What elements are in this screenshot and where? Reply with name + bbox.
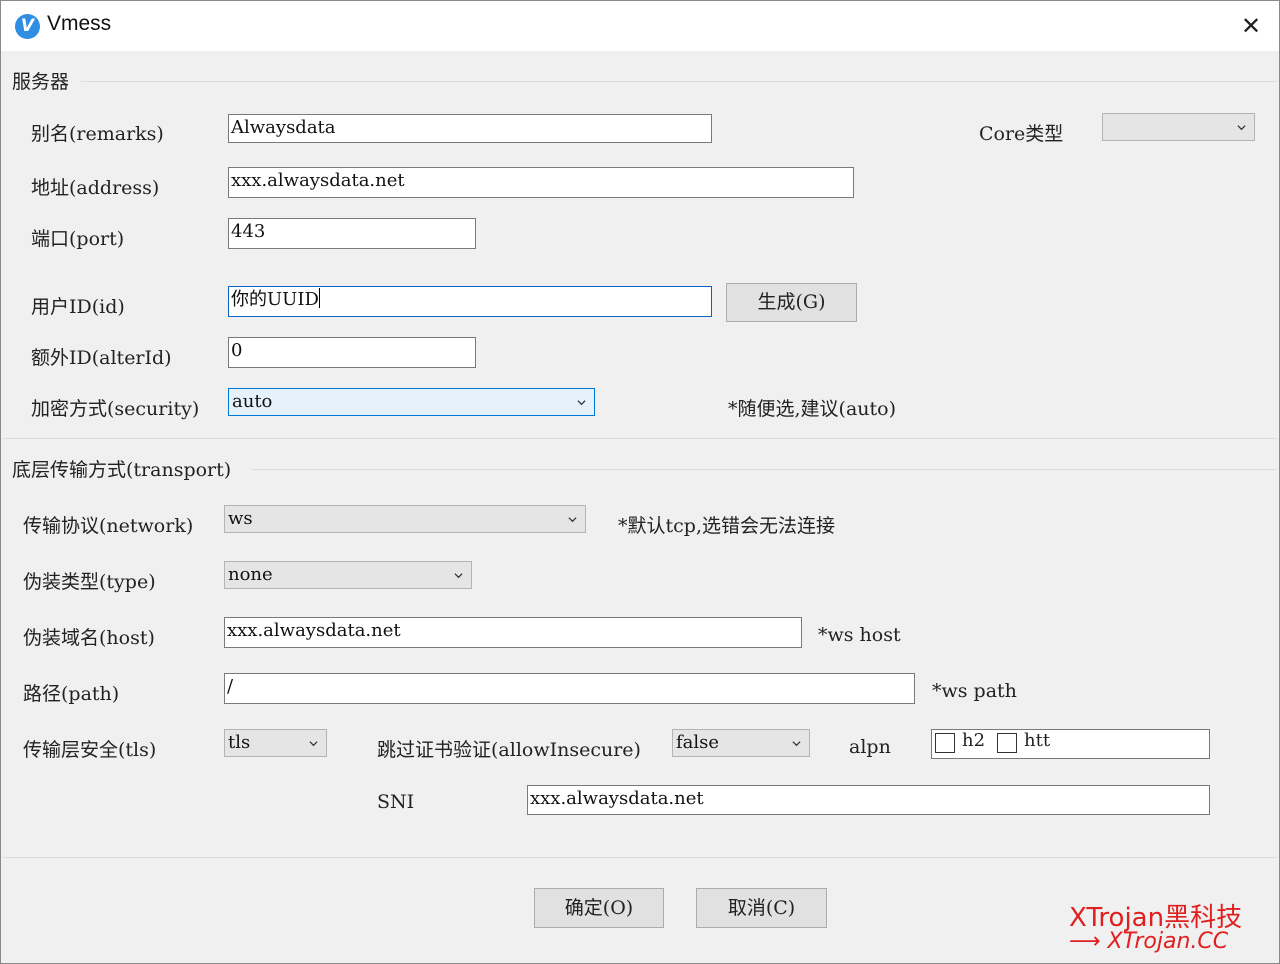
alterid-label: 额外ID(alterId): [31, 347, 172, 369]
host-label: 伪装域名(host): [23, 627, 155, 649]
generate-uuid-button[interactable]: 生成(G): [726, 283, 857, 322]
allow-insecure-label: 跳过证书验证(allowInsecure): [377, 739, 641, 761]
watermark-url-text: XTrojan.CC: [1107, 929, 1229, 954]
tls-select[interactable]: tls: [224, 729, 327, 757]
footer-divider: [3, 857, 1277, 858]
chevron-down-icon: [454, 573, 463, 579]
security-label: 加密方式(security): [31, 398, 200, 420]
type-select[interactable]: none: [224, 561, 472, 589]
transport-top-divider: [3, 438, 1277, 439]
network-hint: *默认tcp,选错会无法连接: [618, 515, 835, 537]
allow-insecure-select[interactable]: false: [672, 729, 810, 757]
host-input[interactable]: xxx.alwaysdata.net: [224, 617, 802, 648]
transport-section-divider: [251, 469, 1277, 470]
type-value: none: [228, 564, 273, 585]
path-hint: *ws path: [932, 680, 1017, 702]
title-bar: V Vmess ✕: [1, 1, 1279, 51]
alpn-label: alpn: [849, 736, 891, 758]
core-type-select[interactable]: [1102, 113, 1255, 141]
vmess-dialog: V Vmess ✕ 服务器 别名(remarks) Alwaysdata Cor…: [0, 0, 1280, 964]
window-title: Vmess: [47, 12, 112, 35]
ok-button[interactable]: 确定(O): [534, 888, 664, 928]
tls-label: 传输层安全(tls): [23, 739, 157, 761]
server-section-divider: [81, 81, 1277, 82]
alpn-h2-checkbox[interactable]: [935, 733, 955, 753]
security-value: auto: [232, 391, 273, 412]
sni-label: SNI: [377, 791, 415, 813]
chevron-down-icon: [309, 741, 318, 747]
chevron-down-icon: [577, 400, 586, 406]
tls-value: tls: [228, 732, 251, 753]
cancel-button[interactable]: 取消(C): [696, 888, 827, 928]
core-type-label: Core类型: [979, 123, 1064, 145]
port-label: 端口(port): [31, 228, 125, 250]
allow-insecure-value: false: [676, 732, 720, 753]
type-label: 伪装类型(type): [23, 571, 156, 593]
port-input[interactable]: 443: [228, 218, 476, 249]
id-label: 用户ID(id): [31, 296, 125, 318]
security-hint: *随便选,建议(auto): [728, 398, 897, 420]
alpn-http-checkbox[interactable]: [997, 733, 1017, 753]
host-hint: *ws host: [818, 624, 901, 646]
alpn-http-label: htt: [1024, 730, 1051, 751]
security-select[interactable]: auto: [228, 388, 595, 416]
alpn-h2-label: h2: [962, 730, 986, 751]
arrow-right-icon: ⟶: [1069, 929, 1101, 954]
network-label: 传输协议(network): [23, 515, 194, 537]
remarks-input[interactable]: Alwaysdata: [228, 114, 712, 143]
address-input[interactable]: xxx.alwaysdata.net: [228, 167, 854, 198]
watermark-url: ⟶ XTrojan.CC: [1069, 929, 1228, 954]
server-section-title: 服务器: [12, 71, 70, 93]
remarks-label: 别名(remarks): [31, 123, 164, 145]
chevron-down-icon: [1237, 125, 1246, 131]
path-input[interactable]: /: [224, 673, 915, 704]
address-label: 地址(address): [31, 177, 160, 199]
transport-section-title: 底层传输方式(transport): [12, 459, 232, 481]
path-label: 路径(path): [23, 683, 120, 705]
network-value: ws: [228, 508, 253, 529]
network-select[interactable]: ws: [224, 505, 586, 533]
chevron-down-icon: [792, 741, 801, 747]
close-button[interactable]: ✕: [1231, 7, 1271, 45]
id-input[interactable]: 你的UUID: [228, 286, 712, 317]
alterid-input[interactable]: 0: [228, 337, 476, 368]
id-input-value: 你的UUID: [231, 289, 319, 310]
v2rayn-app-icon: V: [15, 14, 40, 39]
sni-input[interactable]: xxx.alwaysdata.net: [527, 785, 1210, 815]
chevron-down-icon: [568, 517, 577, 523]
text-caret: [318, 288, 320, 308]
